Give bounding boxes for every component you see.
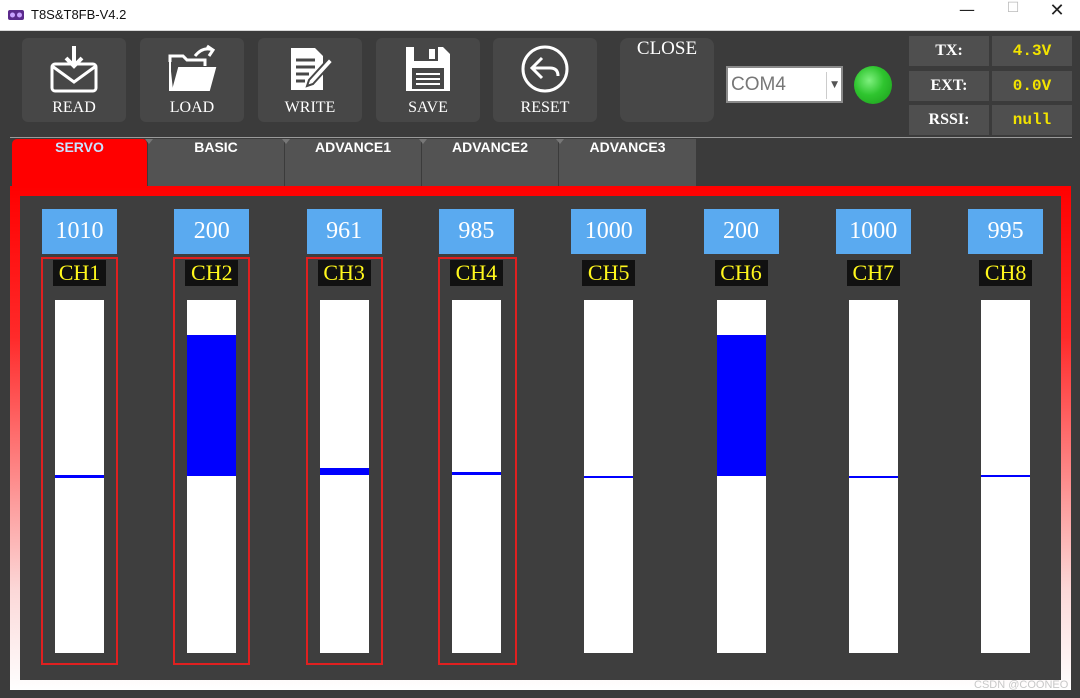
- channel-label: CH5: [582, 260, 636, 286]
- tab-advance3[interactable]: ADVANCE3: [556, 139, 697, 187]
- channel-slider-track[interactable]: [451, 300, 501, 653]
- reset-label: RESET: [520, 99, 570, 116]
- channel-slider-track[interactable]: [187, 300, 237, 653]
- channel-3: 961 CH3: [285, 196, 417, 680]
- channel-1: 1010 CH1: [20, 196, 152, 680]
- rssi-label: RSSI:: [909, 105, 989, 135]
- tab-advance3-label: ADVANCE3: [589, 139, 666, 155]
- channel-label: CH4: [449, 260, 503, 286]
- com-port-value: COM4: [731, 74, 786, 95]
- channel-5: 1000 CH5: [549, 196, 681, 680]
- tab-notch: [282, 139, 290, 144]
- channel-slider-fill: [716, 335, 766, 477]
- bottom-area: [0, 690, 1080, 698]
- channel-value: 985: [438, 209, 514, 254]
- channel-list: 1010 CH1 200 CH2 961 CH3 985 CH4 1000 CH5 200 CH6 10…: [20, 196, 1061, 680]
- load-label: LOAD: [169, 99, 215, 116]
- close-port-button[interactable]: CLOSE: [620, 38, 714, 122]
- app-icon: [8, 10, 24, 20]
- channel-slider-track[interactable]: [319, 300, 369, 653]
- channel-label: CH6: [714, 260, 768, 286]
- channel-slider-track[interactable]: [981, 300, 1031, 653]
- channel-label: CH1: [53, 260, 106, 286]
- channel-label: CH3: [317, 260, 371, 286]
- channel-2: 200 CH2: [152, 196, 284, 680]
- channel-value: 200: [703, 209, 779, 254]
- channel-label: CH2: [185, 260, 239, 286]
- channel-slider-track[interactable]: [55, 300, 104, 653]
- ext-label: EXT:: [909, 71, 989, 101]
- title-bar: T8S&T8FB-V4.2 — ☐ ✕: [0, 0, 1080, 31]
- channel-label: CH8: [979, 260, 1033, 286]
- read-button[interactable]: READ: [22, 38, 126, 122]
- rssi-value: null: [992, 105, 1072, 135]
- channel-value: 1010: [42, 209, 117, 254]
- floppy-save-icon: [406, 47, 450, 91]
- channel-value: 200: [174, 209, 250, 254]
- save-button[interactable]: SAVE: [376, 38, 480, 122]
- channel-slider-fill: [848, 476, 898, 479]
- channel-value: 961: [306, 209, 382, 254]
- write-button[interactable]: WRITE: [258, 38, 362, 122]
- watermark: CSDN @COONEO: [974, 679, 1069, 691]
- tab-notch: [145, 139, 153, 144]
- channel-slider-fill: [319, 467, 369, 476]
- tab-basic[interactable]: BASIC: [145, 139, 285, 187]
- channel-slider-track[interactable]: [584, 300, 634, 653]
- document-edit-icon: [291, 48, 335, 90]
- minimize-button[interactable]: —: [944, 0, 990, 31]
- select-separator: [826, 72, 827, 99]
- tab-advance2[interactable]: ADVANCE2: [419, 139, 559, 187]
- channel-slider-track[interactable]: [716, 300, 766, 653]
- undo-arrow-icon: [521, 45, 569, 93]
- tab-advance2-label: ADVANCE2: [452, 139, 528, 155]
- window-title: T8S&T8FB-V4.2: [31, 7, 127, 22]
- folder-open-icon: [168, 44, 217, 91]
- channel-slider-fill: [584, 476, 634, 479]
- channel-7: 1000 CH7: [814, 196, 946, 680]
- read-label: READ: [52, 99, 96, 116]
- channel-slider-fill: [55, 475, 104, 478]
- reset-button[interactable]: RESET: [493, 38, 597, 122]
- channel-6: 200 CH6: [682, 196, 814, 680]
- com-port-select[interactable]: COM4 ▼: [726, 66, 843, 103]
- close-window-button[interactable]: ✕: [1034, 0, 1080, 31]
- channel-8: 995 CH8: [946, 196, 1061, 680]
- tab-basic-label: BASIC: [194, 139, 238, 155]
- tab-servo[interactable]: SERVO: [12, 139, 148, 187]
- connection-status-led: [854, 66, 892, 104]
- maximize-button[interactable]: ☐: [990, 0, 1036, 31]
- channel-slider-fill: [187, 335, 237, 477]
- channel-4: 985 CH4: [417, 196, 549, 680]
- save-label: SAVE: [408, 99, 448, 116]
- channel-label: CH7: [846, 260, 900, 286]
- tx-label: TX:: [909, 36, 989, 66]
- channel-value: 1000: [835, 209, 911, 254]
- tab-notch: [556, 139, 564, 144]
- channel-slider-track[interactable]: [848, 300, 898, 653]
- tx-value: 4.3V: [992, 36, 1072, 66]
- write-label: WRITE: [284, 99, 336, 116]
- servo-panel: 1010 CH1 200 CH2 961 CH3 985 CH4 1000 CH5 200 CH6 10…: [20, 196, 1061, 680]
- load-button[interactable]: LOAD: [140, 38, 244, 122]
- channel-value: 995: [968, 209, 1044, 254]
- mail-download-icon: [50, 46, 98, 93]
- channel-slider-fill: [451, 471, 501, 476]
- toolbar-divider: [10, 137, 1072, 138]
- ext-value: 0.0V: [992, 71, 1072, 101]
- channel-value: 1000: [571, 209, 647, 254]
- tab-advance1-label: ADVANCE1: [315, 139, 391, 155]
- chevron-down-icon[interactable]: ▼: [831, 80, 838, 90]
- tab-notch: [419, 139, 427, 144]
- tab-advance1[interactable]: ADVANCE1: [282, 139, 422, 187]
- channel-slider-fill: [981, 475, 1031, 478]
